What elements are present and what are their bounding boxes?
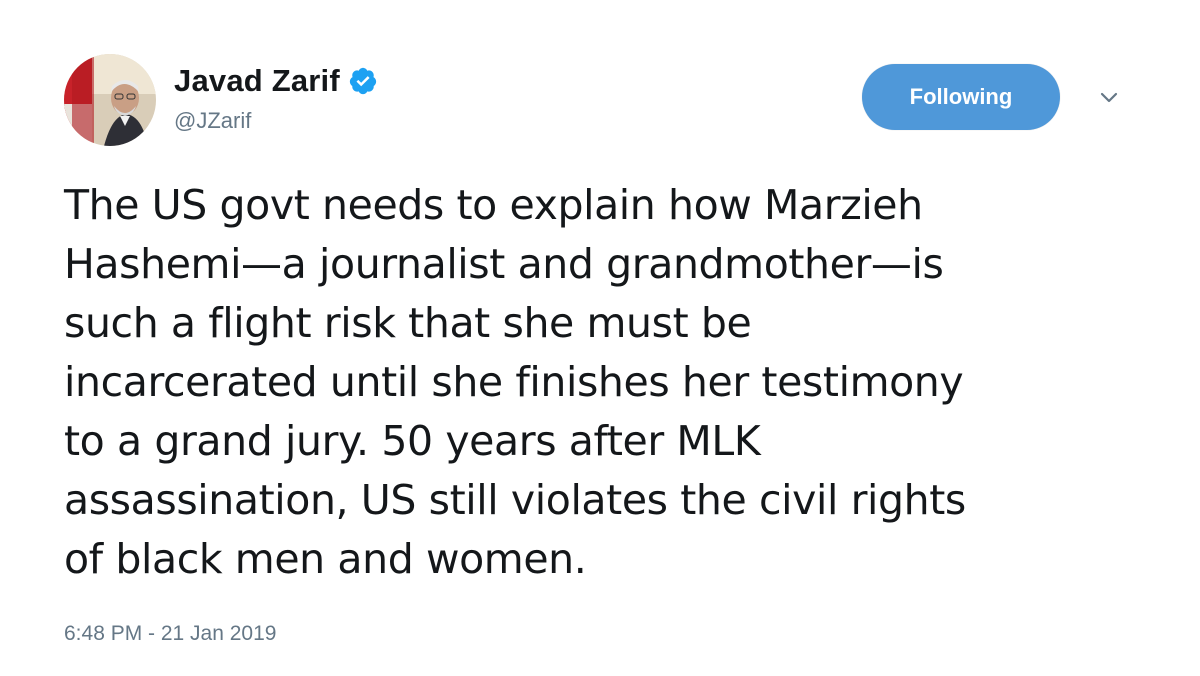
tweet-text: The US govt needs to explain how Marzieh… xyxy=(64,176,1144,589)
profile-photo xyxy=(64,54,156,146)
tweet-text-line: Hashemi—a journalist and grandmother—is xyxy=(64,240,944,288)
chevron-down-icon xyxy=(1100,92,1118,103)
more-options-button[interactable] xyxy=(1094,86,1124,110)
tweet-text-line: The US govt needs to explain how Marzieh xyxy=(64,181,923,229)
display-name-row: Javad Zarif xyxy=(174,60,378,102)
tweet-text-line: to a grand jury. 50 years after MLK xyxy=(64,417,761,465)
user-info: Javad Zarif @JZarif xyxy=(174,60,378,134)
following-button[interactable]: Following xyxy=(862,64,1060,130)
user-handle[interactable]: @JZarif xyxy=(174,108,378,134)
tweet-header: Javad Zarif @JZarif Following xyxy=(64,52,1140,152)
tweet-card: Javad Zarif @JZarif Following The US gov… xyxy=(0,0,1200,676)
display-name[interactable]: Javad Zarif xyxy=(174,63,340,99)
tweet-timestamp[interactable]: 6:48 PM - 21 Jan 2019 xyxy=(64,622,276,646)
tweet-text-line: such a flight risk that she must be xyxy=(64,299,752,347)
verified-badge-icon xyxy=(348,66,378,96)
tweet-text-line: assassination, US still violates the civ… xyxy=(64,476,966,524)
tweet-text-line: incarcerated until she finishes her test… xyxy=(64,358,964,406)
tweet-text-line: of black men and women. xyxy=(64,535,587,583)
avatar[interactable] xyxy=(64,54,156,146)
